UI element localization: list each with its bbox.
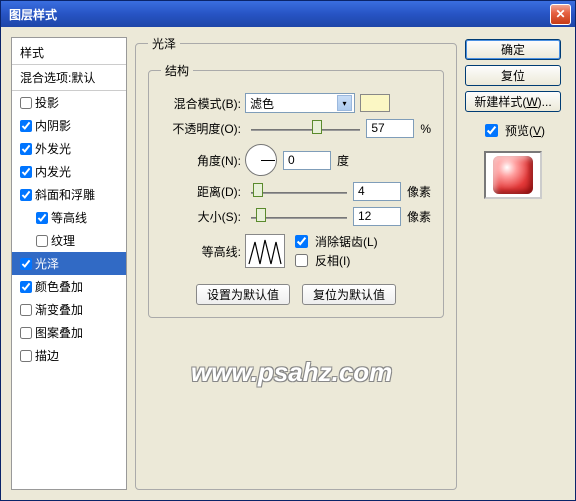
style-item-1[interactable]: 内阴影 <box>12 114 126 137</box>
style-checkbox[interactable] <box>20 189 32 201</box>
angle-input[interactable]: 0 <box>283 151 331 170</box>
style-checkbox[interactable] <box>36 235 48 247</box>
style-item-9[interactable]: 渐变叠加 <box>12 298 126 321</box>
style-checkbox[interactable] <box>20 143 32 155</box>
style-item-label: 内发光 <box>35 163 71 180</box>
style-item-10[interactable]: 图案叠加 <box>12 321 126 344</box>
style-checkbox[interactable] <box>20 166 32 178</box>
antialias-checkbox[interactable] <box>295 235 308 248</box>
structure-group: 结构 混合模式(B): 滤色 ▾ 不透明度(O): <box>148 62 444 318</box>
style-item-label: 斜面和浮雕 <box>35 186 95 203</box>
style-item-7[interactable]: 光泽 <box>12 252 126 275</box>
antialias-label: 消除锯齿(L) <box>315 233 378 250</box>
opacity-input[interactable]: 57 <box>366 119 414 138</box>
contour-picker[interactable] <box>245 234 285 268</box>
dialog-window: 图层样式 ✕ 样式 混合选项:默认 投影内阴影外发光内发光斜面和浮雕等高线纹理光… <box>0 0 576 501</box>
distance-label: 距离(D): <box>161 183 245 200</box>
style-item-2[interactable]: 外发光 <box>12 137 126 160</box>
make-default-button[interactable]: 设置为默认值 <box>196 284 290 305</box>
style-item-5[interactable]: 等高线 <box>12 206 126 229</box>
style-checkbox[interactable] <box>20 281 32 293</box>
style-item-6[interactable]: 纹理 <box>12 229 126 252</box>
style-checkbox[interactable] <box>20 327 32 339</box>
preview-swatch <box>484 151 542 199</box>
contour-label: 等高线: <box>161 243 245 260</box>
style-checkbox[interactable] <box>20 258 32 270</box>
style-item-label: 外发光 <box>35 140 71 157</box>
size-label: 大小(S): <box>161 208 245 225</box>
chevron-down-icon: ▾ <box>337 95 352 111</box>
opacity-label: 不透明度(O): <box>161 120 245 137</box>
cancel-button[interactable]: 复位 <box>465 65 561 86</box>
style-item-label: 光泽 <box>35 255 59 272</box>
satin-group: 光泽 结构 混合模式(B): 滤色 ▾ 不透明度(O): <box>135 35 457 490</box>
style-item-label: 纹理 <box>51 232 75 249</box>
style-item-0[interactable]: 投影 <box>12 91 126 114</box>
distance-unit: 像素 <box>407 183 431 200</box>
style-checkbox[interactable] <box>20 304 32 316</box>
blend-mode-value: 滤色 <box>250 95 274 112</box>
opacity-unit: % <box>420 122 431 136</box>
blend-mode-label: 混合模式(B): <box>161 95 245 112</box>
style-checkbox[interactable] <box>36 212 48 224</box>
style-item-11[interactable]: 描边 <box>12 344 126 367</box>
close-button[interactable]: ✕ <box>550 4 571 25</box>
action-panel: 确定 复位 新建样式(W)... 预览(V) <box>463 39 563 199</box>
size-unit: 像素 <box>407 208 431 225</box>
style-item-label: 投影 <box>35 94 59 111</box>
opacity-slider[interactable] <box>251 120 360 138</box>
new-style-button[interactable]: 新建样式(W)... <box>465 91 561 112</box>
style-item-4[interactable]: 斜面和浮雕 <box>12 183 126 206</box>
style-item-label: 图案叠加 <box>35 324 83 341</box>
ok-button[interactable]: 确定 <box>465 39 561 60</box>
structure-legend: 结构 <box>161 62 193 79</box>
invert-label: 反相(I) <box>315 252 350 269</box>
color-swatch[interactable] <box>360 94 390 112</box>
style-item-label: 内阴影 <box>35 117 71 134</box>
size-slider[interactable] <box>251 208 347 226</box>
invert-checkbox[interactable] <box>295 254 308 267</box>
angle-label: 角度(N): <box>161 152 245 169</box>
style-checkbox[interactable] <box>20 350 32 362</box>
angle-unit: 度 <box>337 152 349 169</box>
style-item-label: 渐变叠加 <box>35 301 83 318</box>
style-item-label: 描边 <box>35 347 59 364</box>
titlebar: 图层样式 ✕ <box>1 1 575 27</box>
styles-list: 样式 混合选项:默认 投影内阴影外发光内发光斜面和浮雕等高线纹理光泽颜色叠加渐变… <box>11 37 127 490</box>
blend-mode-select[interactable]: 滤色 ▾ <box>245 93 355 113</box>
distance-input[interactable]: 4 <box>353 182 401 201</box>
styles-header: 样式 <box>12 38 126 65</box>
style-item-3[interactable]: 内发光 <box>12 160 126 183</box>
settings-panel: 光泽 结构 混合模式(B): 滤色 ▾ 不透明度(O): <box>135 35 457 490</box>
angle-dial[interactable] <box>245 144 277 176</box>
window-title: 图层样式 <box>9 6 550 23</box>
reset-default-button[interactable]: 复位为默认值 <box>302 284 396 305</box>
preview-label: 预览(V) <box>505 122 545 139</box>
style-checkbox[interactable] <box>20 120 32 132</box>
satin-legend: 光泽 <box>148 35 180 52</box>
style-item-label: 等高线 <box>51 209 87 226</box>
preview-thumbnail <box>493 156 533 194</box>
style-item-label: 颜色叠加 <box>35 278 83 295</box>
style-checkbox[interactable] <box>20 97 32 109</box>
size-input[interactable]: 12 <box>353 207 401 226</box>
distance-slider[interactable] <box>251 183 347 201</box>
style-item-8[interactable]: 颜色叠加 <box>12 275 126 298</box>
dialog-body: 样式 混合选项:默认 投影内阴影外发光内发光斜面和浮雕等高线纹理光泽颜色叠加渐变… <box>1 27 575 500</box>
blend-options-default[interactable]: 混合选项:默认 <box>12 65 126 91</box>
preview-checkbox[interactable] <box>485 124 498 137</box>
